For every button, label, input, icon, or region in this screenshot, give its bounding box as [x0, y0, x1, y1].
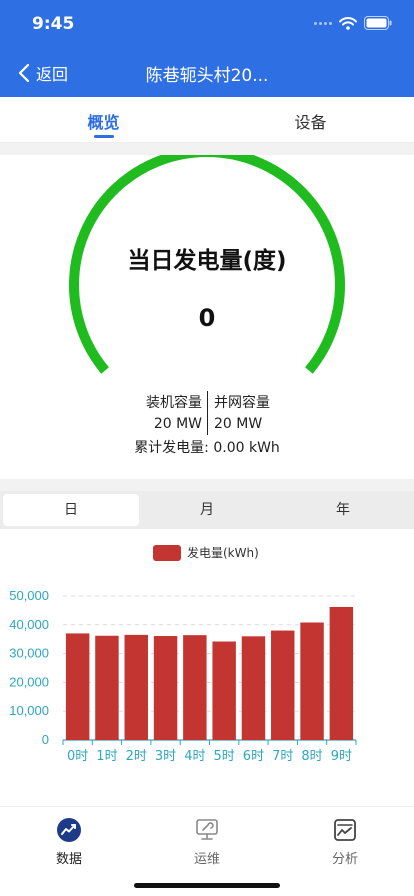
bar[interactable]: [300, 622, 324, 740]
bar[interactable]: [65, 633, 90, 740]
installed-capacity-label: 装机容量: [146, 395, 202, 411]
period-tab-month[interactable]: 月: [139, 494, 275, 526]
x-tick-label: 0时: [67, 749, 88, 764]
y-tick-label: 50,000: [9, 588, 49, 603]
generation-chart: 发电量(kWh) 0 10,000 20,000 30,000 40,000 50,000…: [0, 529, 414, 806]
total-generation: 累计发电量: 0.00 kWh: [134, 440, 280, 456]
monitor-wrench-icon: [196, 819, 218, 840]
status-time: 9:45: [32, 14, 75, 34]
nav-data[interactable]: 数据: [0, 807, 138, 896]
gauge-value: 0: [198, 304, 216, 332]
bar[interactable]: [241, 636, 266, 740]
x-tick-label: 5时: [214, 749, 235, 764]
x-tick-label: 8时: [301, 749, 322, 764]
bar[interactable]: [153, 636, 178, 740]
y-tick-label: 40,000: [9, 617, 49, 632]
section-divider: [0, 479, 414, 491]
bar-chart: 0 10,000 20,000 30,000 40,000 50,000 0时 1时 2时 3时 4…: [9, 588, 357, 764]
app-header: 9:45 返回 陈巷轭头村20...: [0, 0, 414, 97]
x-tick-label: 9时: [331, 749, 352, 764]
home-indicator: [134, 883, 280, 888]
installed-capacity: 装机容量 20 MW: [146, 393, 202, 435]
nav-analysis[interactable]: 分析: [276, 807, 414, 896]
y-tick-label: 10,000: [9, 703, 49, 718]
x-tick-label: 1时: [96, 749, 117, 764]
tab-devices[interactable]: 设备: [207, 97, 414, 142]
back-button[interactable]: 返回: [18, 58, 68, 88]
x-tick-label: 6时: [243, 749, 264, 764]
nav-data-label: 数据: [55, 852, 82, 867]
battery-icon: [364, 16, 392, 30]
tab-overview[interactable]: 概览: [0, 97, 207, 142]
x-tick-label: 3时: [155, 749, 176, 764]
y-tick-label: 0: [42, 732, 49, 747]
gauge-title: 当日发电量(度): [127, 248, 287, 274]
signal-icon: [314, 21, 332, 25]
bar[interactable]: [124, 634, 148, 740]
status-icons: [314, 16, 392, 30]
back-label: 返回: [36, 65, 69, 84]
x-tick-label: 4时: [184, 749, 205, 764]
grid-capacity-value: 20 MW: [214, 416, 263, 432]
x-tick-label: 7时: [272, 749, 293, 764]
y-tick-label: 30,000: [9, 646, 49, 661]
chart-trend-icon: [57, 818, 81, 842]
section-divider: [0, 143, 414, 155]
analysis-icon: [334, 819, 356, 841]
bar[interactable]: [183, 635, 207, 740]
installed-capacity-value: 20 MW: [153, 416, 202, 432]
bar[interactable]: [95, 635, 119, 740]
y-tick-label: 20,000: [9, 674, 49, 689]
chevron-left-icon: [18, 63, 30, 83]
grid-capacity: 并网容量 20 MW: [214, 393, 270, 435]
top-tabs: 概览 设备: [0, 97, 414, 143]
bar[interactable]: [329, 606, 354, 740]
period-tab-day[interactable]: 日: [3, 494, 139, 526]
wifi-icon: [339, 16, 357, 30]
nav-maintenance-label: 运维: [193, 852, 220, 867]
nav-analysis-label: 分析: [331, 852, 358, 867]
overview-panel: 当日发电量(度) 0 装机容量 20 MW 并网容量 20 MW 累计发电量: …: [0, 155, 414, 479]
capacity-divider: [207, 391, 208, 435]
period-tabs: 日 月 年: [0, 491, 414, 529]
grid-capacity-label: 并网容量: [214, 395, 270, 411]
bar[interactable]: [212, 641, 236, 740]
x-tick-label: 2时: [126, 749, 147, 764]
page-title: 陈巷轭头村20...: [145, 66, 269, 86]
period-tab-year[interactable]: 年: [275, 494, 411, 526]
bar[interactable]: [271, 630, 295, 740]
